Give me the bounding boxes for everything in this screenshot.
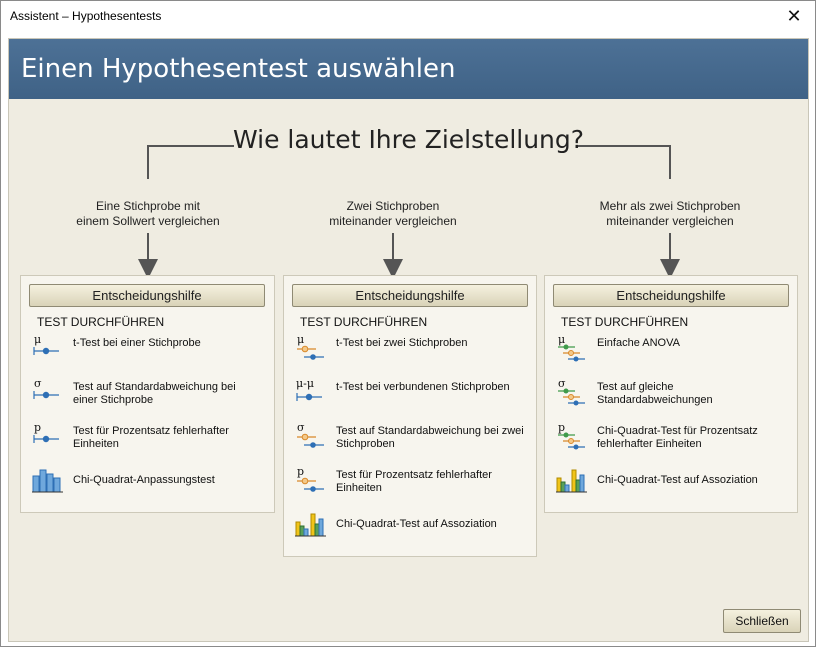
window-title: Assistent – Hypothesentests [10,9,162,23]
icon-symbol: p [34,422,41,434]
goal-more-samples: Mehr als zwei Stichproben miteinander ve… [550,199,790,229]
test-item-std-one-sample[interactable]: σ Test auf Standardabweichung bei einer … [31,378,263,410]
one-sample-interval-icon: μ [33,334,59,355]
test-item-anova[interactable]: μ Einfache ANOVA [555,334,787,366]
goal-line: Mehr als zwei Stichproben [599,199,741,213]
test-label: Test für Prozentsatz fehlerhafter Einhei… [73,425,229,450]
test-item-std-two-sample[interactable]: σ Test auf Standardabweichung bei zwei S… [294,422,526,454]
two-sample-interval-icon: μ [297,334,324,360]
test-item-pct-one-sample[interactable]: p Test für Prozentsatz fehlerhafter Einh… [31,422,263,454]
dialog-window: Assistent – Hypothesentests ✕ Einen Hypo… [0,0,816,647]
close-icon[interactable]: ✕ [773,1,815,32]
test-label: Chi-Quadrat-Anpassungstest [73,474,215,486]
goal-two-samples: Zwei Stichproben miteinander vergleichen [273,199,513,229]
multi-sample-interval-icon: μ [558,334,585,362]
test-item-chi-gof[interactable]: Chi-Quadrat-Anpassungstest [31,466,263,498]
paired-interval-icon: μ-μ [296,378,322,401]
decision-help-button[interactable]: Entscheidungshilfe [292,284,528,307]
test-label: t-Test bei einer Stichprobe [73,337,201,349]
icon-symbol: μ [297,334,304,346]
test-item-pct-two-sample[interactable]: p Test für Prozentsatz fehlerhafter Einh… [294,466,526,498]
panel-two-samples: Entscheidungshilfe TEST DURCHFÜHREN μ t-… [283,275,537,557]
icon-symbol: μ-μ [296,378,314,390]
decision-help-button[interactable]: Entscheidungshilfe [553,284,789,307]
multi-sample-interval-icon: σ [558,378,585,406]
test-label: Test für Prozentsatz fehlerhafter Einhei… [336,469,492,494]
test-item-equal-std[interactable]: σ Test auf gleiche Standardabweichungen [555,378,787,410]
close-button[interactable]: Schließen [723,609,801,633]
icon-symbol: p [297,466,304,478]
goal-question: Wie lautet Ihre Zielstellung? [232,125,585,154]
goal-line: einem Sollwert vergleichen [76,214,220,228]
panel-one-sample: Entscheidungshilfe TEST DURCHFÜHREN μ t-… [20,275,275,513]
icon-symbol: μ [558,334,565,346]
test-label: Test auf Standardabweichung bei zwei Sti… [336,425,524,450]
flow-connectors [138,145,680,279]
section-title: TEST DURCHFÜHREN [561,315,689,329]
test-label: Einfache ANOVA [597,337,680,349]
test-label: Chi-Quadrat-Test für Prozentsatz fehlerh… [597,425,758,450]
test-label: Test auf gleiche Standardabweichungen [597,381,713,406]
test-label: t-Test bei verbundenen Stichproben [336,381,510,393]
test-item-chi-pct[interactable]: p Chi-Quadrat-Test für Prozentsatz fehle… [555,422,787,454]
title-bar: Assistent – Hypothesentests ✕ [1,1,815,32]
test-item-chi-assoc[interactable]: Chi-Quadrat-Test auf Assoziation [555,466,787,498]
goal-line: miteinander vergleichen [606,214,734,228]
icon-symbol: σ [297,422,305,434]
icon-symbol: μ [34,334,41,346]
icon-symbol: p [558,422,565,434]
decision-help-button[interactable]: Entscheidungshilfe [29,284,265,307]
test-item-t-two-sample[interactable]: μ t-Test bei zwei Stichproben [294,334,526,366]
icon-symbol: σ [558,378,566,390]
test-item-chi-assoc[interactable]: Chi-Quadrat-Test auf Assoziation [294,510,526,542]
test-label: Test auf Standardabweichung bei einer St… [73,381,236,406]
goal-line: Eine Stichprobe mit [95,199,201,213]
goal-line: miteinander vergleichen [329,214,457,228]
goal-one-sample: Eine Stichprobe mit einem Sollwert vergl… [28,199,268,229]
goal-line: Zwei Stichproben [346,199,440,213]
test-label: Chi-Quadrat-Test auf Assoziation [336,518,497,530]
test-label: Chi-Quadrat-Test auf Assoziation [597,474,758,486]
one-sample-interval-icon: σ [33,378,59,399]
one-sample-interval-icon: p [33,422,59,443]
icon-symbol: σ [34,378,42,390]
assistant-content: Einen Hypothesentest auswählen Wie laute… [8,38,809,642]
association-bars-icon [556,469,587,493]
test-label: t-Test bei zwei Stichproben [336,337,468,349]
two-sample-interval-icon: p [297,466,324,492]
test-item-t-paired[interactable]: μ-μ t-Test bei verbundenen Stichproben [294,378,526,410]
two-sample-interval-icon: σ [297,422,324,448]
association-bars-icon [295,513,326,537]
section-title: TEST DURCHFÜHREN [300,315,428,329]
section-title: TEST DURCHFÜHREN [37,315,165,329]
panel-more-samples: Entscheidungshilfe TEST DURCHFÜHREN μ Ei… [544,275,798,513]
multi-sample-interval-icon: p [558,422,585,450]
goodness-of-fit-bars-icon [32,469,63,493]
test-item-t-one-sample[interactable]: μ t-Test bei einer Stichprobe [31,334,263,366]
